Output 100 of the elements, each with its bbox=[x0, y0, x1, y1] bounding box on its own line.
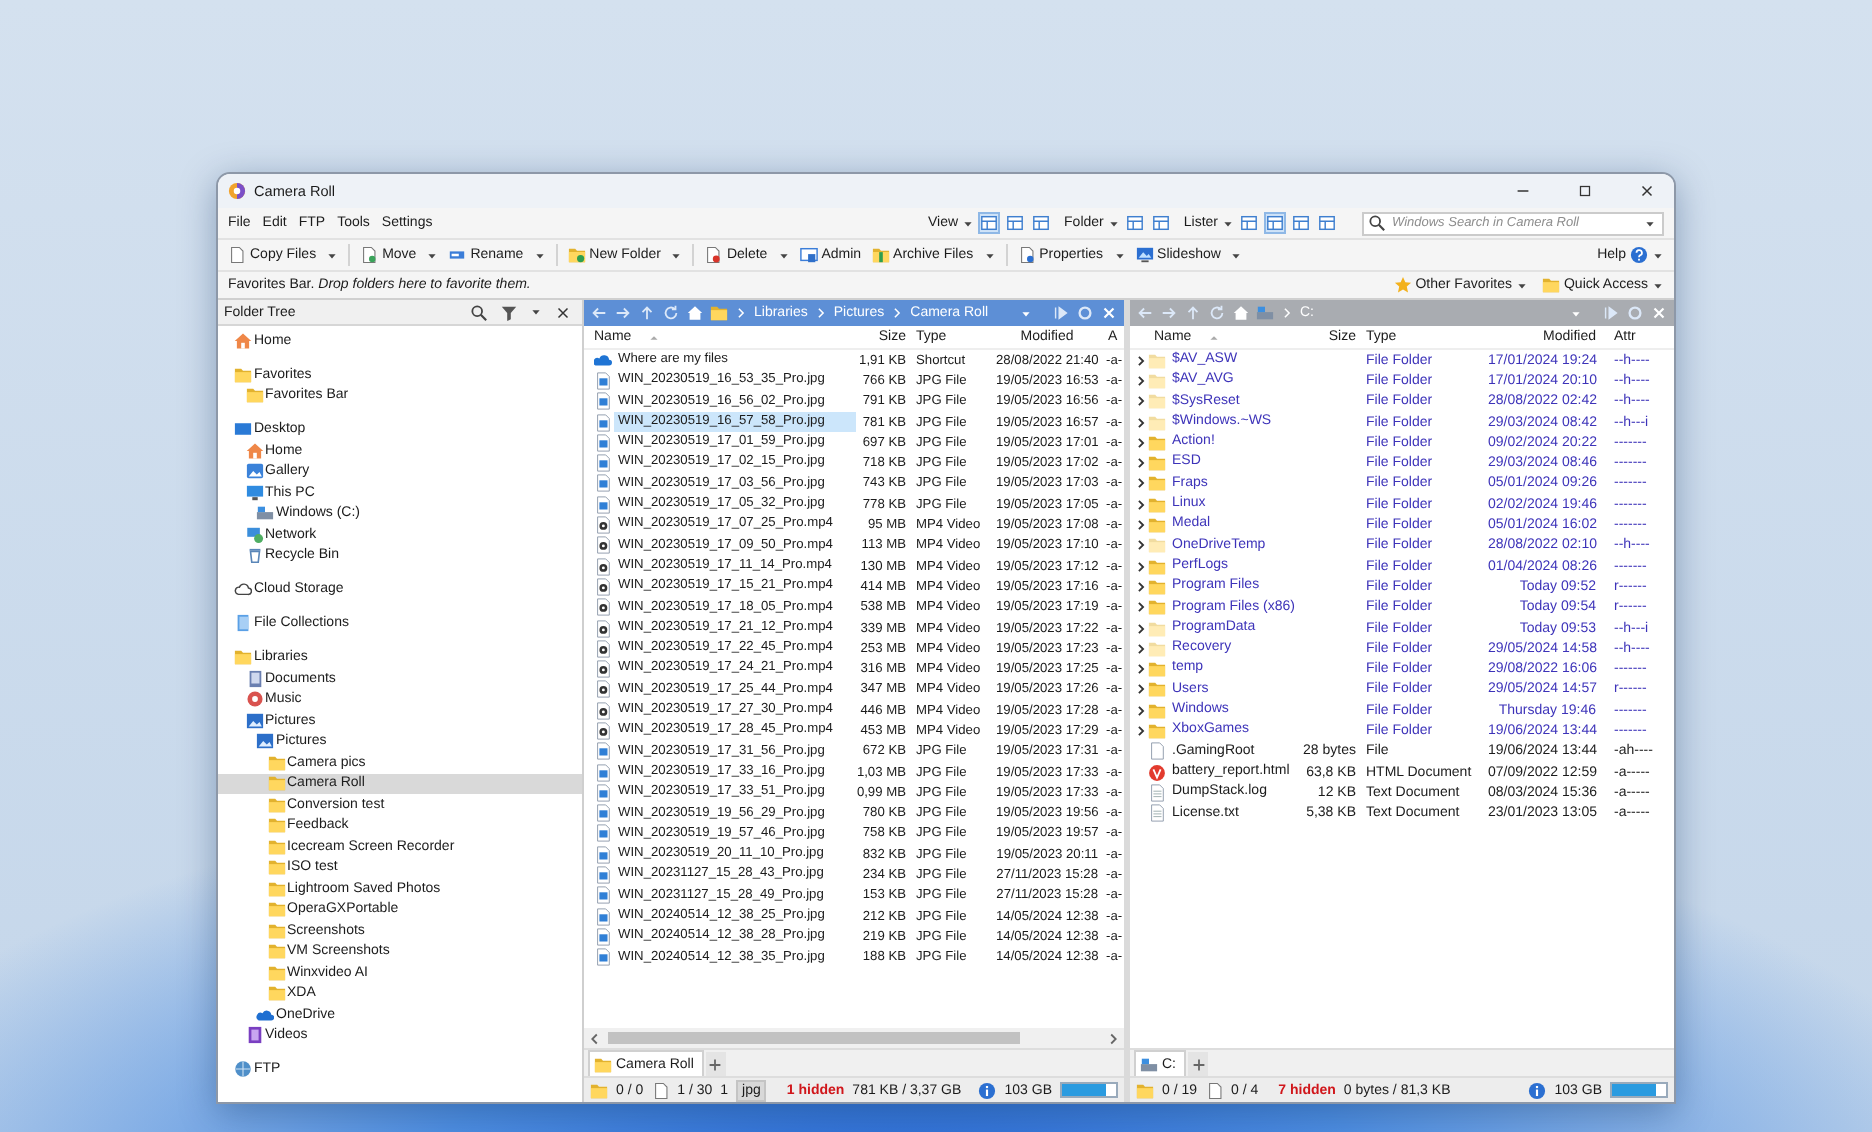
back-arrow-icon[interactable] bbox=[590, 304, 608, 322]
slideshow-icon bbox=[1135, 246, 1154, 264]
move-icon bbox=[360, 246, 379, 264]
image-file-icon bbox=[594, 433, 612, 452]
folder-icon bbox=[267, 921, 285, 940]
video-file-icon bbox=[594, 680, 612, 699]
up-arrow-icon[interactable] bbox=[638, 304, 656, 322]
video-file-icon bbox=[594, 660, 612, 679]
cloud-icon bbox=[256, 1005, 274, 1024]
file-icon bbox=[1205, 1081, 1224, 1099]
layout-icon bbox=[1032, 214, 1051, 232]
house-icon[interactable] bbox=[1232, 304, 1250, 322]
video-file-icon bbox=[594, 577, 612, 596]
caret-icon bbox=[1644, 217, 1656, 229]
drive-icon bbox=[1256, 304, 1274, 322]
network-icon bbox=[245, 525, 263, 544]
layout-button[interactable] bbox=[1316, 212, 1338, 234]
image-file-icon bbox=[594, 845, 612, 864]
horizontal-scrollbar[interactable] bbox=[584, 1028, 1124, 1048]
video-file-icon bbox=[594, 557, 612, 576]
house-icon[interactable] bbox=[686, 304, 704, 322]
folder-icon bbox=[267, 942, 285, 961]
house-icon bbox=[234, 331, 252, 350]
image-file-icon bbox=[594, 474, 612, 493]
refresh-icon[interactable] bbox=[662, 304, 680, 322]
app-icon bbox=[228, 182, 246, 200]
layout-button[interactable] bbox=[1264, 212, 1286, 234]
screen-icon bbox=[234, 420, 252, 439]
close-icon[interactable] bbox=[554, 303, 572, 321]
folder-icon bbox=[267, 753, 285, 772]
new-tab-button[interactable] bbox=[705, 1052, 726, 1076]
search-icon bbox=[1368, 214, 1386, 232]
search-icon[interactable] bbox=[470, 303, 488, 321]
rename-icon bbox=[448, 246, 467, 264]
drive-icon bbox=[1140, 1055, 1158, 1073]
globe-icon bbox=[234, 1060, 252, 1079]
layout-button[interactable] bbox=[1030, 212, 1053, 234]
image-file-icon bbox=[594, 763, 612, 782]
house-icon bbox=[245, 441, 263, 460]
new-tab-button[interactable] bbox=[1188, 1052, 1208, 1076]
image-file-icon bbox=[594, 907, 612, 926]
scrollbar-thumb[interactable] bbox=[608, 1032, 1020, 1044]
folder-icon bbox=[267, 837, 285, 856]
layout-button[interactable] bbox=[1290, 212, 1312, 234]
trash-icon bbox=[245, 546, 263, 565]
caret-icon bbox=[1107, 217, 1120, 229]
folder-icon bbox=[590, 1081, 608, 1099]
layout-icon bbox=[980, 214, 999, 232]
star-icon bbox=[1393, 276, 1412, 294]
document-icon bbox=[228, 246, 246, 264]
video-file-icon bbox=[594, 701, 612, 720]
image-file-icon bbox=[594, 824, 612, 843]
dual-pane-icon[interactable] bbox=[1076, 304, 1094, 322]
cloud-icon bbox=[234, 580, 252, 599]
collection-icon bbox=[234, 614, 252, 633]
layout-icon bbox=[1292, 214, 1310, 232]
forward-arrow-icon[interactable] bbox=[614, 304, 632, 322]
folder-icon bbox=[267, 879, 285, 898]
help-icon bbox=[1630, 246, 1648, 264]
layout-button[interactable] bbox=[978, 212, 1001, 234]
image-file-icon bbox=[594, 886, 612, 905]
plus-icon bbox=[1189, 1055, 1207, 1073]
folder-icon bbox=[710, 304, 728, 322]
folder-icon bbox=[1541, 276, 1560, 294]
caret-icon bbox=[1652, 249, 1664, 261]
image-file-icon bbox=[594, 454, 612, 473]
folder-icon bbox=[594, 1055, 612, 1073]
layout-button[interactable] bbox=[1004, 212, 1027, 234]
image-file-icon bbox=[594, 371, 612, 390]
image-file-icon bbox=[594, 392, 612, 411]
chevron-icon bbox=[890, 306, 905, 320]
image-file-icon bbox=[594, 742, 612, 761]
filter-icon[interactable] bbox=[500, 303, 518, 321]
monitor-icon bbox=[245, 483, 263, 502]
layout-button[interactable] bbox=[1238, 212, 1260, 234]
layout-icon bbox=[1266, 214, 1284, 232]
properties-icon bbox=[1017, 246, 1036, 264]
chevron-icon bbox=[1280, 306, 1294, 320]
image-file-icon bbox=[594, 927, 612, 946]
layout-button[interactable] bbox=[1149, 212, 1172, 234]
caret-icon[interactable] bbox=[530, 306, 542, 318]
admin-icon bbox=[799, 246, 818, 264]
image-file-icon bbox=[594, 948, 612, 967]
layout-icon bbox=[1006, 214, 1025, 232]
layout-icon bbox=[1151, 214, 1170, 232]
layout-icon bbox=[1125, 214, 1144, 232]
image-file-icon bbox=[594, 866, 612, 885]
layout-icon bbox=[1240, 214, 1258, 232]
layout-button[interactable] bbox=[1123, 212, 1146, 234]
folder-icon bbox=[1136, 1081, 1154, 1099]
video-file-icon bbox=[594, 721, 612, 740]
folder-icon bbox=[267, 816, 285, 835]
info-icon[interactable] bbox=[1528, 1081, 1547, 1099]
panel-icon[interactable] bbox=[1052, 304, 1070, 322]
info-icon[interactable] bbox=[978, 1081, 997, 1099]
caret-icon bbox=[962, 217, 975, 229]
document-icon bbox=[245, 669, 263, 688]
video-file-icon bbox=[594, 639, 612, 658]
caret-icon bbox=[1222, 217, 1234, 229]
image-file-icon bbox=[594, 413, 612, 432]
